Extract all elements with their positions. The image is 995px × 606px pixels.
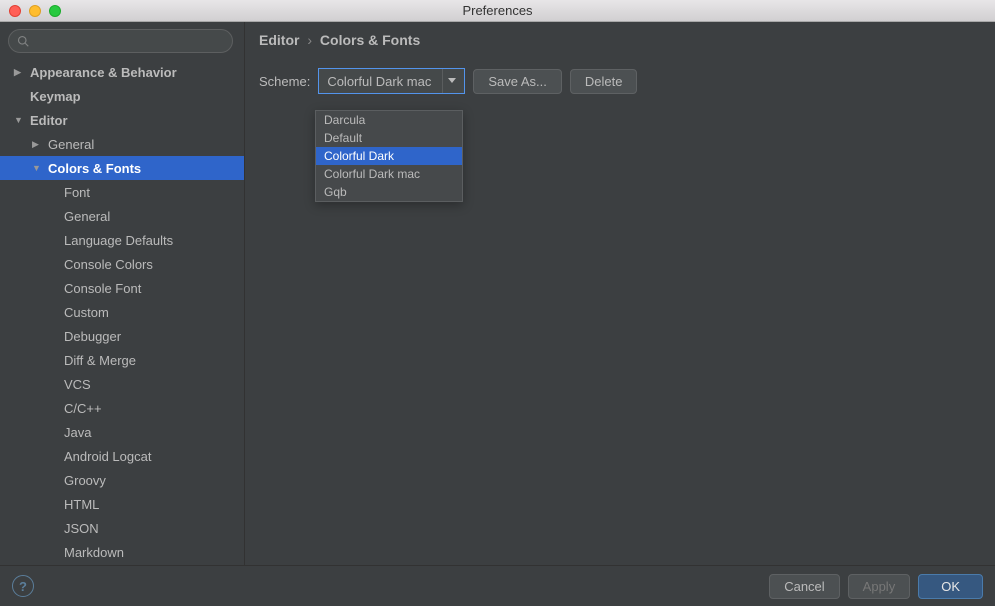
tree-item-label: Debugger [64, 329, 121, 344]
tree-item-label: Markdown [64, 545, 124, 560]
chevron-down-icon [448, 78, 456, 84]
tree-item-label: C/C++ [64, 401, 102, 416]
tree-item-label: General [48, 137, 94, 152]
content-area: ▶ Appearance & Behavior Keymap ▼ Editor ▶ Gen… [0, 22, 995, 565]
tree-item-label: Keymap [30, 89, 81, 104]
sidebar: ▶ Appearance & Behavior Keymap ▼ Editor ▶ Gen… [0, 22, 245, 565]
tree-item[interactable]: Android Logcat [0, 444, 244, 468]
scheme-dropdown[interactable]: Colorful Dark mac [318, 68, 465, 94]
scheme-row: Scheme: Colorful Dark mac Save As... Del… [259, 68, 981, 94]
dropdown-toggle[interactable] [442, 69, 460, 93]
breadcrumb-part[interactable]: Colors & Fonts [320, 32, 420, 48]
tree-item[interactable]: VCS [0, 372, 244, 396]
search-icon [17, 35, 29, 47]
search-input[interactable] [8, 29, 233, 53]
help-icon: ? [19, 579, 27, 594]
tree-item-label: Java [64, 425, 91, 440]
tree-item-label: Custom [64, 305, 109, 320]
breadcrumb-part[interactable]: Editor [259, 32, 299, 48]
scheme-option[interactable]: Gqb [316, 183, 462, 201]
expand-arrow-icon: ▶ [14, 67, 26, 78]
apply-button[interactable]: Apply [848, 574, 911, 599]
arrow-placeholder [14, 91, 26, 101]
scheme-label: Scheme: [259, 74, 310, 89]
main-panel: Editor › Colors & Fonts Scheme: Colorful… [245, 22, 995, 565]
tree-item[interactable]: Diff & Merge [0, 348, 244, 372]
tree-item[interactable]: Java [0, 420, 244, 444]
tree-item[interactable]: Custom [0, 300, 244, 324]
footer: ? Cancel Apply OK [0, 565, 995, 606]
tree-item[interactable]: ▼ Editor [0, 108, 244, 132]
traffic-lights [0, 5, 61, 17]
tree-item[interactable]: Groovy [0, 468, 244, 492]
close-window-button[interactable] [9, 5, 21, 17]
tree-item-label: Editor [30, 113, 68, 128]
scheme-option[interactable]: Colorful Dark [316, 147, 462, 165]
expand-arrow-icon: ▶ [32, 139, 44, 150]
tree-item[interactable]: Console Colors [0, 252, 244, 276]
tree-item-label: JSON [64, 521, 99, 536]
scheme-option[interactable]: Default [316, 129, 462, 147]
delete-button[interactable]: Delete [570, 69, 638, 94]
tree-item[interactable]: C/C++ [0, 396, 244, 420]
tree-item[interactable]: ▶ General [0, 132, 244, 156]
collapse-arrow-icon: ▼ [32, 163, 44, 173]
tree-item[interactable]: Keymap [0, 84, 244, 108]
cancel-button[interactable]: Cancel [769, 574, 839, 599]
collapse-arrow-icon: ▼ [14, 115, 26, 125]
tree-item[interactable]: Console Font [0, 276, 244, 300]
zoom-window-button[interactable] [49, 5, 61, 17]
search-wrap [0, 22, 244, 60]
tree-item-label: VCS [64, 377, 91, 392]
tree-item-label: Groovy [64, 473, 106, 488]
ok-button[interactable]: OK [918, 574, 983, 599]
tree-item-label: General [64, 209, 110, 224]
tree-item[interactable]: Language Defaults [0, 228, 244, 252]
scheme-option[interactable]: Colorful Dark mac [316, 165, 462, 183]
tree-item-label: Diff & Merge [64, 353, 136, 368]
tree-item[interactable]: Debugger [0, 324, 244, 348]
window-title: Preferences [0, 3, 995, 18]
tree-item[interactable]: Font [0, 180, 244, 204]
tree-item-label: Font [64, 185, 90, 200]
scheme-option[interactable]: Darcula [316, 111, 462, 129]
tree-item-label: Console Colors [64, 257, 153, 272]
tree-item[interactable]: Markdown [0, 540, 244, 564]
tree-item[interactable]: ▼ Colors & Fonts [0, 156, 244, 180]
tree-item[interactable]: JSON [0, 516, 244, 540]
save-as-button[interactable]: Save As... [473, 69, 562, 94]
tree-item-label: HTML [64, 497, 99, 512]
tree-item[interactable]: General [0, 204, 244, 228]
help-button[interactable]: ? [12, 575, 34, 597]
tree-item-label: Console Font [64, 281, 141, 296]
breadcrumb-separator-icon: › [307, 32, 312, 48]
tree-item[interactable]: HTML [0, 492, 244, 516]
scheme-selected-value: Colorful Dark mac [327, 74, 442, 89]
tree-item-label: Language Defaults [64, 233, 173, 248]
settings-tree: ▶ Appearance & Behavior Keymap ▼ Editor ▶ Gen… [0, 60, 244, 565]
titlebar: Preferences [0, 0, 995, 22]
tree-item-label: Android Logcat [64, 449, 151, 464]
breadcrumb: Editor › Colors & Fonts [259, 32, 981, 48]
tree-item-label: Appearance & Behavior [30, 65, 177, 80]
scheme-dropdown-menu: DarculaDefaultColorful DarkColorful Dark… [315, 110, 463, 202]
tree-item[interactable]: ▶ Appearance & Behavior [0, 60, 244, 84]
tree-item-label: Colors & Fonts [48, 161, 141, 176]
minimize-window-button[interactable] [29, 5, 41, 17]
